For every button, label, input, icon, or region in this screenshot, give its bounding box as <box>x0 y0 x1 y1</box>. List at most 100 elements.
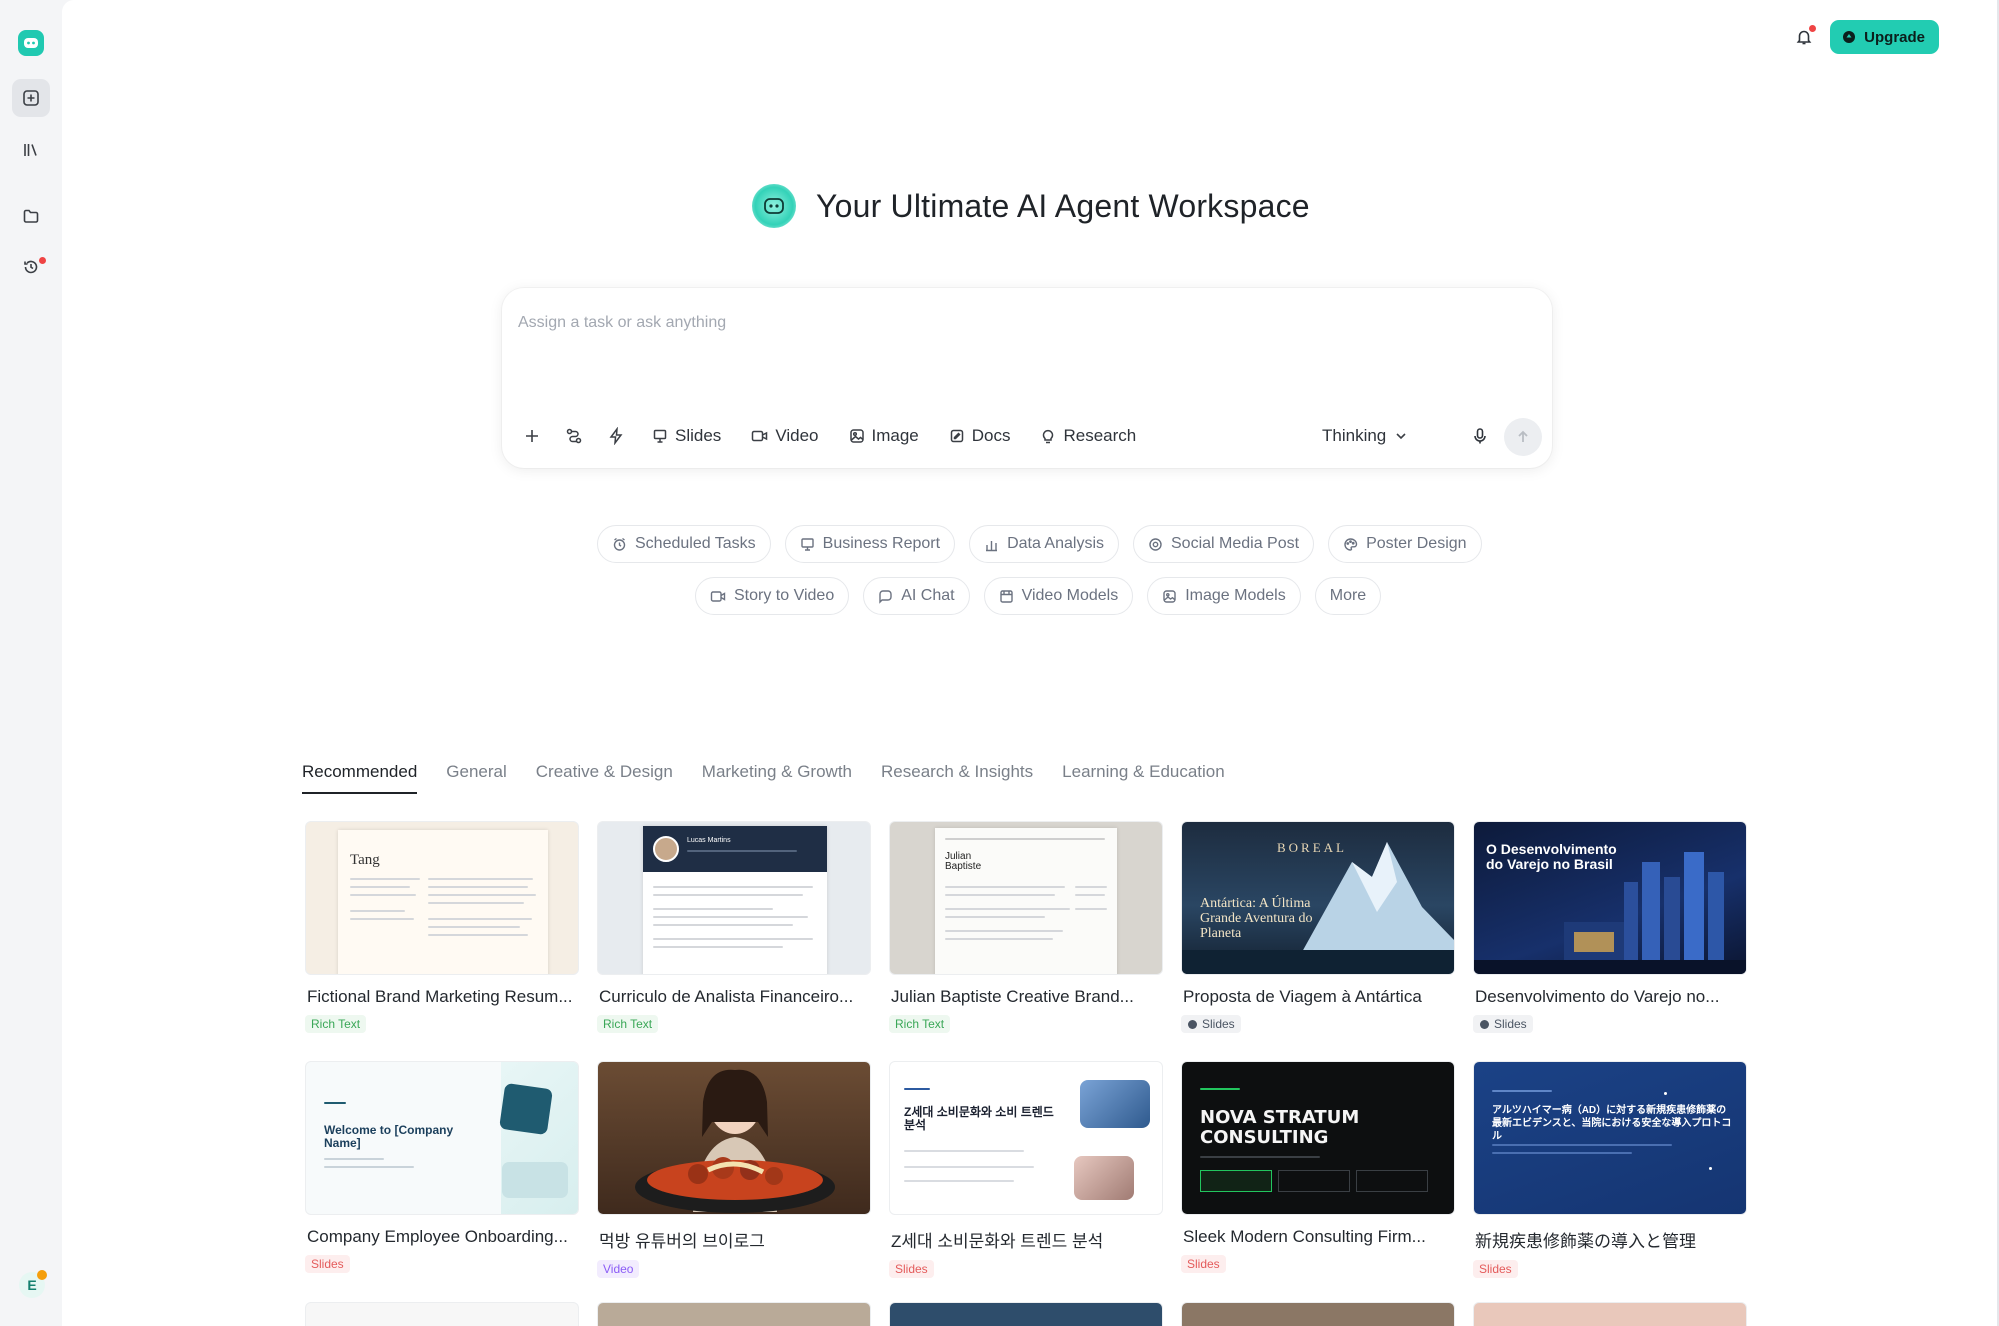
tab-marketing-growth[interactable]: Marketing & Growth <box>702 762 852 794</box>
card-thumbnail-partial[interactable] <box>889 1302 1163 1326</box>
card-thumbnail-partial[interactable] <box>1473 1302 1747 1326</box>
library-button[interactable] <box>12 131 50 169</box>
plus-icon <box>526 430 538 442</box>
card-thumbnail: Julian Baptiste <box>889 821 1163 975</box>
task-input[interactable] <box>518 308 1518 338</box>
mode-docs-label: Docs <box>971 426 1011 445</box>
card-tag: Slides <box>889 1260 934 1278</box>
template-card[interactable]: 먹방 유튜버의 브이로그 Video <box>597 1061 871 1278</box>
library-icon <box>24 144 37 156</box>
thinking-mode-label: Thinking <box>1322 426 1387 445</box>
card-tag: Slides <box>1473 1015 1533 1033</box>
suggestion-poster-design[interactable]: Poster Design <box>1328 525 1482 563</box>
lightning-icon <box>609 427 623 445</box>
hero: Your Ultimate AI Agent Workspace <box>752 184 1310 228</box>
suggestions-row-1: Scheduled Tasks Business Report Data Ana… <box>597 525 1482 563</box>
mode-research-label: Research <box>1063 426 1137 445</box>
card-title: Z세대 소비문화와 트렌드 분석 <box>891 1232 1104 1251</box>
thinking-mode-select[interactable]: Thinking <box>1322 418 1408 454</box>
card-thumbnail: アルツハイマー病（AD）に対する新規疾患修飾薬の最新エビデンスと、当院における安… <box>1473 1061 1747 1215</box>
top-right-actions: Upgrade <box>1792 20 1939 54</box>
template-card[interactable]: アルツハイマー病（AD）に対する新規疾患修飾薬の最新エビデンスと、当院における安… <box>1473 1061 1747 1278</box>
voice-input-button[interactable] <box>1462 418 1498 454</box>
app-logo[interactable] <box>18 30 44 56</box>
tab-research-insights[interactable]: Research & Insights <box>881 762 1033 794</box>
suggestion-video-models[interactable]: Video Models <box>983 577 1134 615</box>
template-card[interactable]: Welcome to [Company Name] Company Employ… <box>305 1061 579 1273</box>
suggestion-business-report[interactable]: Business Report <box>784 525 956 563</box>
tab-general[interactable]: General <box>446 762 506 794</box>
tab-learning-education[interactable]: Learning & Education <box>1062 762 1225 794</box>
folder-button[interactable] <box>12 197 50 235</box>
docs-icon <box>950 429 963 443</box>
suggestion-image-models[interactable]: Image Models <box>1147 577 1301 615</box>
mode-video-button[interactable]: Video <box>739 418 830 454</box>
template-card[interactable]: Z세대 소비문화와 소비 트렌드 분석 Z세대 소비문화와 트렌드 분석 Sli… <box>889 1061 1163 1278</box>
suggestion-social-media-post[interactable]: Social Media Post <box>1133 525 1315 563</box>
upgrade-button[interactable]: Upgrade <box>1830 20 1939 54</box>
upgrade-icon <box>1843 31 1856 43</box>
card-tag: Slides <box>305 1255 350 1273</box>
card-tag-label: Slides <box>1494 1017 1527 1031</box>
mode-image-button[interactable]: Image <box>837 418 931 454</box>
suggestion-more[interactable]: More <box>1314 577 1382 615</box>
suggestion-label: Video Models <box>1021 587 1119 604</box>
suggestions-row-2: Story to Video AI Chat Video Models Imag… <box>695 577 1382 615</box>
template-card[interactable]: O Desenvolvimento do Varejo no Brasil De… <box>1473 821 1747 1035</box>
card-title: Curriculo de Analista Financeiro... <box>599 987 854 1006</box>
avatar-badge <box>37 1270 47 1280</box>
suggestion-label: Social Media Post <box>1171 535 1300 552</box>
decorative-shape <box>502 1162 568 1198</box>
mukbang-illustration <box>635 1069 835 1213</box>
connectors-button[interactable] <box>556 418 592 454</box>
video-icon <box>752 430 768 442</box>
card-title: Sleek Modern Consulting Firm... <box>1183 1227 1426 1246</box>
task-composer: Slides Video Image Docs Research <box>502 288 1552 468</box>
new-task-button[interactable] <box>12 79 50 117</box>
history-button[interactable] <box>12 248 50 286</box>
tab-creative-design[interactable]: Creative & Design <box>536 762 673 794</box>
template-card[interactable]: Julian Baptiste Julian Baptiste Creative… <box>889 821 1163 1033</box>
card-title: 먹방 유튜버의 브이로그 <box>599 1232 765 1251</box>
card-title: Company Employee Onboarding... <box>307 1227 568 1246</box>
thumb-heading: BOREAL <box>1277 840 1347 855</box>
thumb-heading: Lucas Martins <box>687 837 731 844</box>
card-thumbnail-partial[interactable] <box>597 1302 871 1326</box>
template-card[interactable]: BOREAL Antártica: A Última Grande Aventu… <box>1181 821 1455 1035</box>
card-thumbnail-partial[interactable] <box>305 1302 579 1326</box>
chevron-down-icon <box>1396 433 1406 440</box>
mode-slides-button[interactable]: Slides <box>640 418 733 454</box>
suggestion-ai-chat[interactable]: AI Chat <box>863 577 970 615</box>
avatar-initial: E <box>27 1277 37 1293</box>
card-thumbnail: Tang <box>305 821 579 975</box>
template-card[interactable]: Tang Fictional Brand Marketing Resum... <box>305 821 579 1033</box>
thumb-photo <box>1080 1080 1150 1128</box>
suggestion-scheduled-tasks[interactable]: Scheduled Tasks <box>597 525 771 563</box>
send-button[interactable] <box>1504 418 1542 456</box>
film-icon <box>999 589 1013 603</box>
suggestion-story-to-video[interactable]: Story to Video <box>695 577 850 615</box>
mode-slides-label: Slides <box>675 426 722 445</box>
attach-button[interactable] <box>514 418 550 454</box>
category-tabs: Recommended General Creative & Design Ma… <box>302 762 1225 794</box>
mode-docs-button[interactable]: Docs <box>937 418 1023 454</box>
tab-recommended[interactable]: Recommended <box>302 762 418 794</box>
decorative-shape <box>499 1082 553 1136</box>
suggestion-label: Business Report <box>822 535 941 552</box>
card-thumbnail: Lucas Martins <box>597 821 871 975</box>
thumb-heading: アルツハイマー病（AD）に対する新規疾患修飾薬の最新エビデンスと、当院における安… <box>1492 1105 1732 1142</box>
app-window: E Upgrade Your Ultimate AI Agent Workspa… <box>0 0 1999 1326</box>
quick-action-button[interactable] <box>598 418 634 454</box>
suggestion-label: More <box>1329 587 1367 604</box>
template-card[interactable]: Lucas Martins Curriculo de Analista Fina… <box>597 821 871 1033</box>
suggestion-data-analysis[interactable]: Data Analysis <box>969 525 1119 563</box>
microphone-icon <box>1474 428 1486 444</box>
thumb-subheading: Antártica: A Última Grande Aventura do P… <box>1200 896 1313 941</box>
mode-research-button[interactable]: Research <box>1028 418 1148 454</box>
card-title: Desenvolvimento do Varejo no... <box>1475 987 1720 1006</box>
user-avatar[interactable]: E <box>19 1270 47 1298</box>
card-thumbnail-partial[interactable] <box>1181 1302 1455 1326</box>
template-card[interactable]: NOVA STRATUM CONSULTING Sleek Modern Con… <box>1181 1061 1455 1273</box>
card-thumbnail: Welcome to [Company Name] <box>305 1061 579 1215</box>
notifications-button[interactable] <box>1792 25 1817 49</box>
